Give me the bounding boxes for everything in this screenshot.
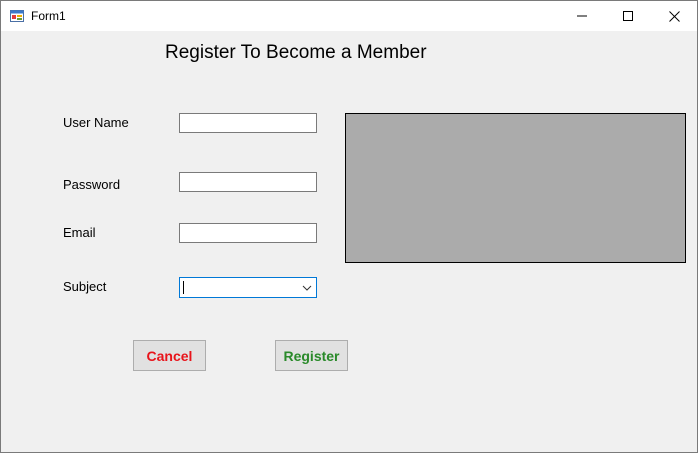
close-icon (668, 10, 680, 22)
maximize-icon (623, 11, 633, 21)
form-client-area: Register To Become a Member User Name Pa… (1, 31, 697, 452)
password-input[interactable] (179, 172, 317, 192)
cancel-button[interactable]: Cancel (133, 340, 206, 371)
form-app-icon (10, 10, 24, 22)
title-bar[interactable]: Form1 (1, 1, 697, 31)
email-label: Email (63, 225, 96, 240)
minimize-icon (577, 15, 587, 17)
username-label: User Name (63, 115, 129, 130)
email-input[interactable] (179, 223, 317, 243)
username-input[interactable] (179, 113, 317, 133)
password-label: Password (63, 177, 121, 192)
window-title: Form1 (31, 9, 66, 23)
app-window: Form1 Register To Become a Member User N… (0, 0, 698, 453)
subject-label: Subject (63, 279, 107, 294)
text-caret (183, 281, 184, 294)
subject-dropdown[interactable] (179, 277, 317, 298)
close-button[interactable] (651, 1, 697, 31)
maximize-button[interactable] (605, 1, 651, 31)
register-button[interactable]: Register (275, 340, 348, 371)
picture-box (345, 113, 686, 263)
minimize-button[interactable] (559, 1, 605, 31)
chevron-down-icon[interactable] (302, 283, 312, 293)
page-title: Register To Become a Member (165, 42, 427, 63)
